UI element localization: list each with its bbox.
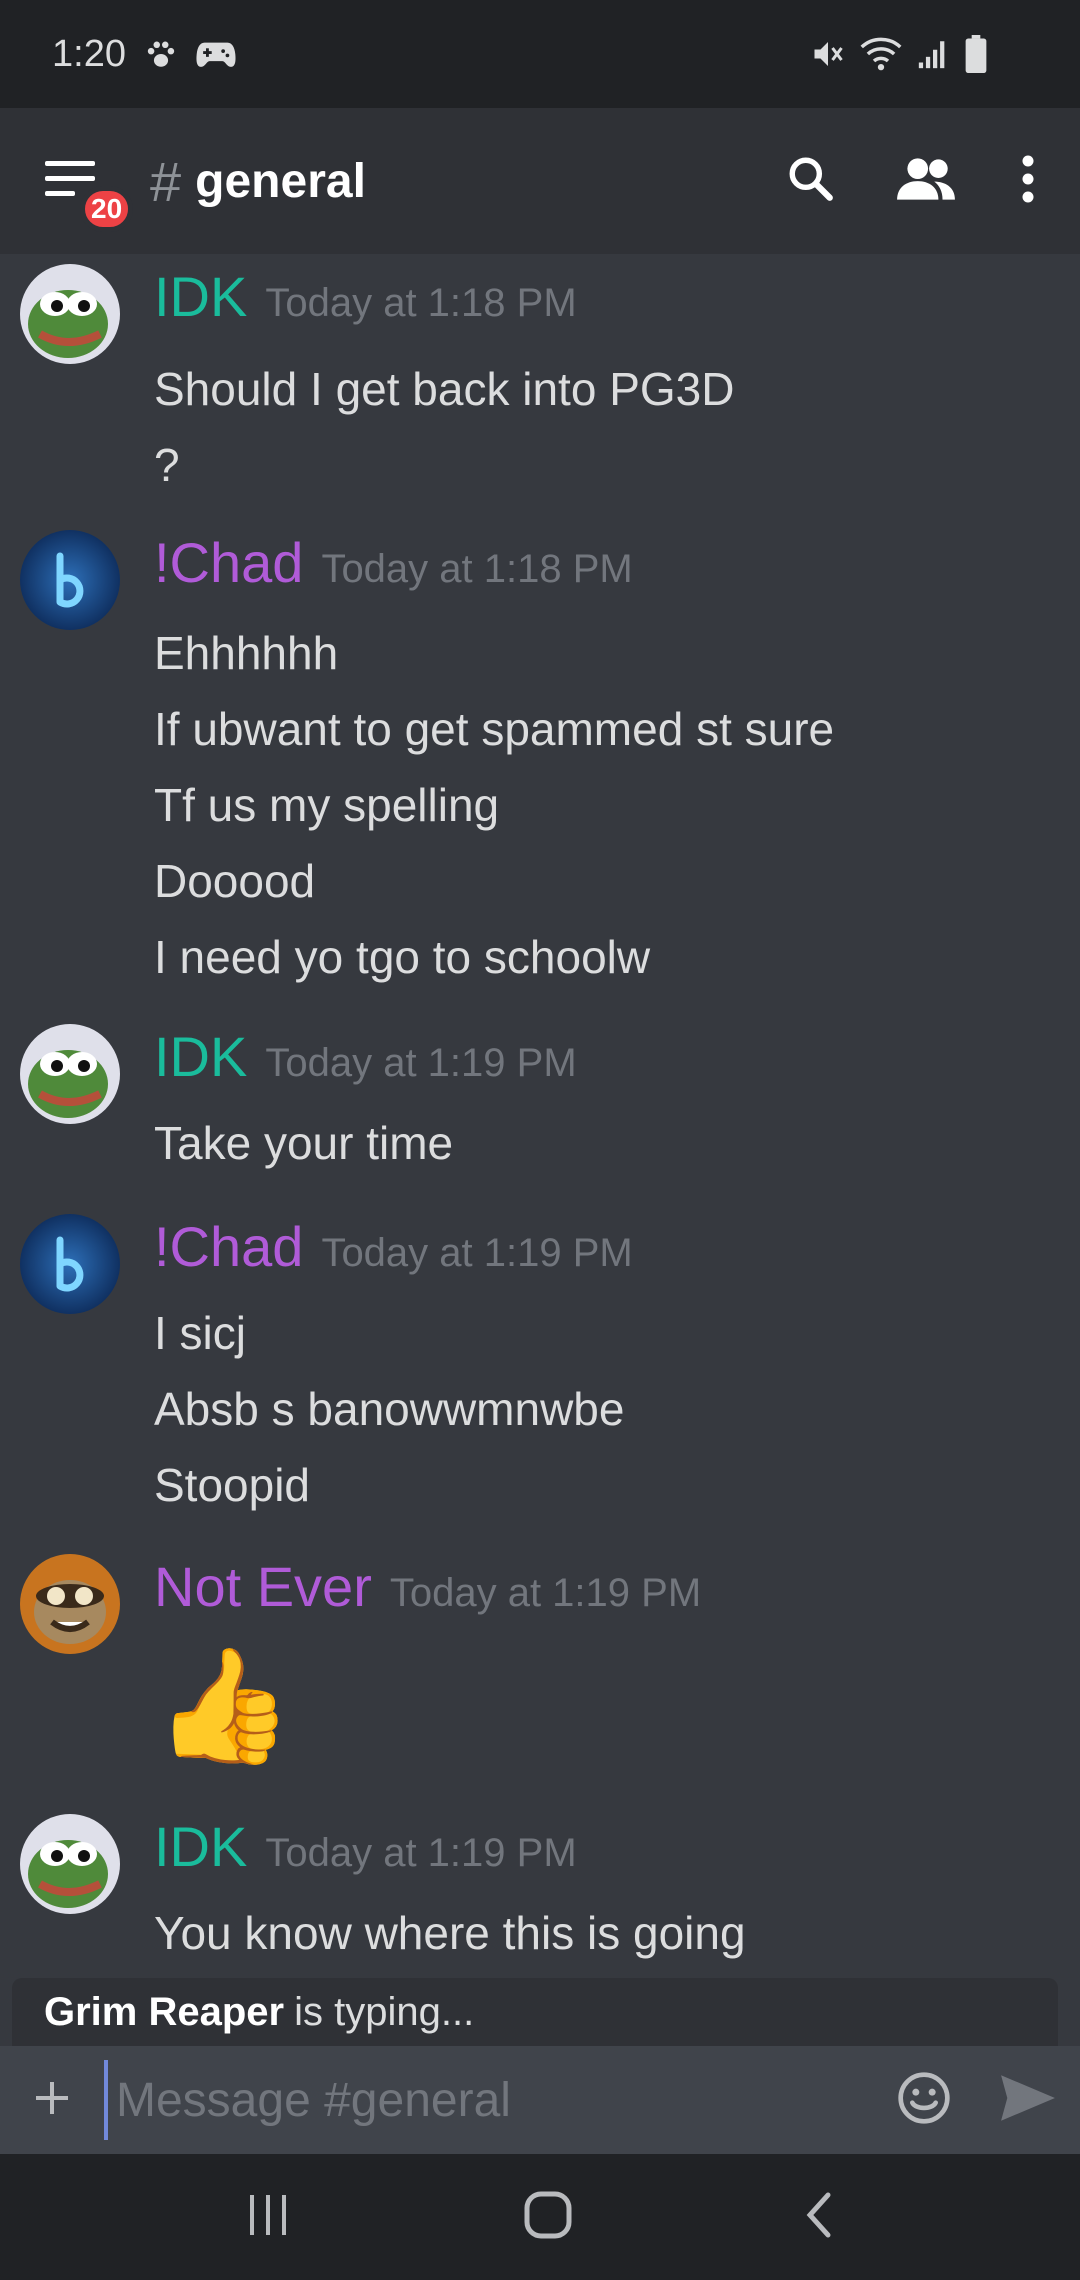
- attach-button[interactable]: [0, 2078, 104, 2123]
- unread-badge: 20: [80, 186, 134, 232]
- message-text[interactable]: Stoopid: [154, 1458, 310, 1512]
- mute-icon: [810, 36, 846, 72]
- channel-hash-icon: #: [150, 149, 182, 213]
- blue-b-avatar[interactable]: [20, 530, 120, 630]
- smiley-icon: [896, 2070, 952, 2131]
- send-icon: [999, 2073, 1057, 2128]
- message-author[interactable]: !Chad: [154, 530, 303, 595]
- message-timestamp: Today at 1:19 PM: [265, 1831, 577, 1875]
- send-button[interactable]: [976, 2073, 1080, 2128]
- rigby-avatar[interactable]: [20, 1554, 120, 1654]
- blue-b-avatar[interactable]: [20, 1214, 120, 1314]
- message-author[interactable]: IDK: [154, 264, 247, 329]
- message-text[interactable]: If ubwant to get spammed st sure: [154, 702, 834, 756]
- typing-text: is typing...: [294, 1989, 475, 2034]
- message-author[interactable]: !Chad: [154, 1214, 303, 1279]
- message-author[interactable]: Not Ever: [154, 1554, 372, 1619]
- plus-icon: [32, 2078, 72, 2123]
- message-composer: [0, 2046, 1080, 2154]
- members-icon: [895, 156, 957, 207]
- message-author[interactable]: IDK: [154, 1024, 247, 1089]
- recent-apps-button[interactable]: [246, 2193, 292, 2242]
- channel-title: general: [195, 154, 366, 208]
- message-timestamp: Today at 1:19 PM: [321, 1231, 633, 1275]
- thumbs-up-emoji[interactable]: 👍: [154, 1636, 293, 1776]
- wifi-icon: [860, 36, 902, 72]
- message-text[interactable]: Take your time: [154, 1116, 453, 1170]
- message-list[interactable]: IDK Today at 1:18 PM Should I get back i…: [0, 254, 1080, 1978]
- status-bar: 1:20: [0, 0, 1080, 108]
- message-input[interactable]: [104, 2060, 872, 2140]
- typing-indicator: Grim Reaper is typing...: [12, 1978, 1058, 2046]
- message-text[interactable]: ?: [154, 438, 180, 492]
- typing-user: Grim Reaper: [44, 1989, 285, 2034]
- message-text[interactable]: Ehhhhhh: [154, 626, 338, 680]
- message-text[interactable]: You know where this is going: [154, 1906, 746, 1960]
- hamburger-menu-button[interactable]: 20: [12, 108, 134, 254]
- emoji-button[interactable]: [872, 2070, 976, 2131]
- search-button[interactable]: [756, 108, 866, 254]
- message-timestamp: Today at 1:18 PM: [321, 547, 633, 591]
- message-timestamp: Today at 1:19 PM: [265, 1041, 577, 1085]
- message-text[interactable]: Absb s banowwmnwbe: [154, 1382, 624, 1436]
- overflow-menu-button[interactable]: [986, 108, 1070, 254]
- message-timestamp: Today at 1:18 PM: [265, 281, 577, 325]
- message-author[interactable]: IDK: [154, 1814, 247, 1879]
- channel-header: 20 # general: [0, 108, 1080, 254]
- overflow-menu-icon: [1020, 155, 1036, 208]
- gamepad-icon: [196, 39, 236, 69]
- status-time: 1:20: [52, 32, 126, 75]
- message-text[interactable]: Tf us my spelling: [154, 778, 499, 832]
- pepe-avatar[interactable]: [20, 1024, 120, 1124]
- members-button[interactable]: [866, 108, 986, 254]
- paw-icon: [144, 37, 178, 71]
- system-nav-bar: [0, 2154, 1080, 2280]
- message-text[interactable]: Dooood: [154, 854, 315, 908]
- pepe-avatar[interactable]: [20, 264, 120, 364]
- message-timestamp: Today at 1:19 PM: [389, 1571, 702, 1615]
- pepe-avatar[interactable]: [20, 1814, 120, 1914]
- back-button[interactable]: [804, 2191, 834, 2244]
- signal-icon: [916, 37, 950, 71]
- home-button[interactable]: [524, 2191, 572, 2244]
- message-text[interactable]: I need yo tgo to schoolw: [154, 930, 650, 984]
- message-text[interactable]: Should I get back into PG3D: [154, 362, 734, 416]
- search-icon: [786, 154, 836, 209]
- message-text[interactable]: I sicj: [154, 1306, 246, 1360]
- battery-icon: [964, 35, 988, 73]
